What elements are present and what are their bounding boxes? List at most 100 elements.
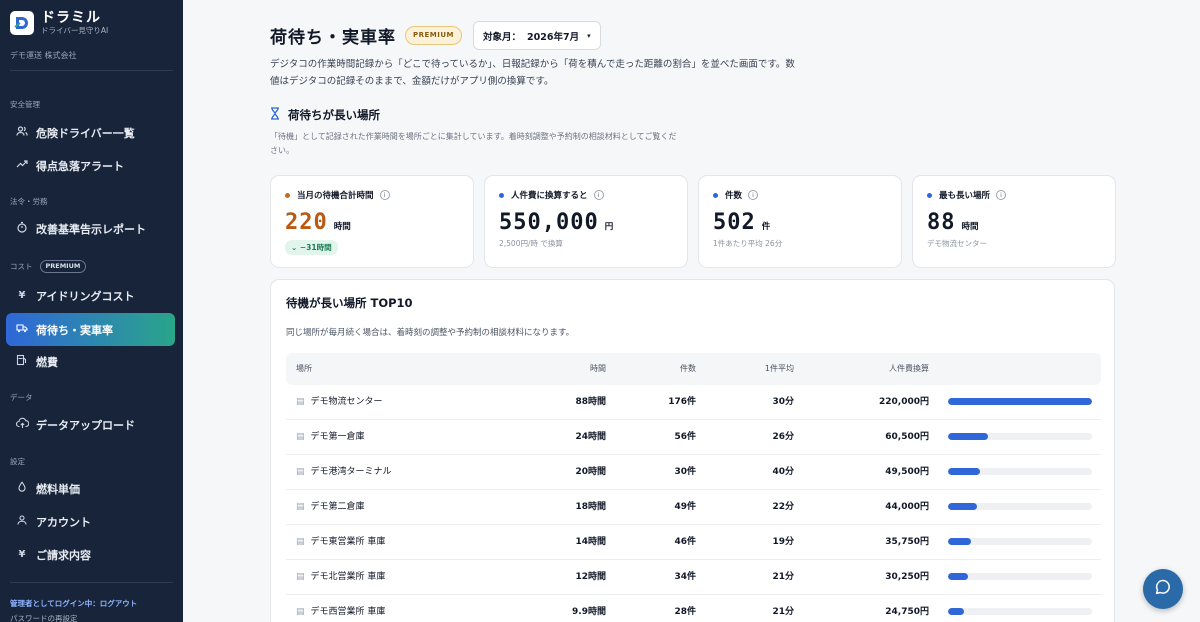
count-cell: 46件 xyxy=(674,537,696,547)
section-label-data: データ xyxy=(10,393,33,402)
info-icon[interactable]: i xyxy=(996,190,1007,200)
section-title: 荷待ちが長い場所 xyxy=(288,108,380,122)
reset-password-link[interactable]: パスワードの再設定 xyxy=(10,611,137,622)
status-dot xyxy=(713,192,718,198)
sidebar-item-fuel-efficiency[interactable]: 燃費 xyxy=(6,345,175,378)
count-cell: 28件 xyxy=(674,607,696,617)
hours-cell: 20時間 xyxy=(575,467,606,477)
delta-badge: ⌄ −31時間 xyxy=(285,240,338,255)
chat-bubble-icon xyxy=(1154,578,1172,600)
panel-description: 同じ場所が毎月続く場合は、着時刻の調整や予約制の相談材料になります。 xyxy=(286,328,575,338)
column-header-count[interactable]: 件数 xyxy=(626,353,696,385)
kpi-card-count: 件数 i 502 件 1件あたり平均 26分 xyxy=(698,175,902,268)
sidebar-item-score-alert[interactable]: 得点急落アラート xyxy=(6,149,175,182)
card-subtext: 2,500円/時 で換算 xyxy=(499,239,563,248)
yen-icon: ¥ xyxy=(18,290,26,301)
cost-cell: 30,250円 xyxy=(885,572,929,582)
cost-cell: 220,000円 xyxy=(879,397,929,407)
chat-button[interactable] xyxy=(1143,569,1183,609)
sidebar-item-label: 危険ドライバー一覧 xyxy=(36,126,135,140)
share-bar xyxy=(948,538,1092,545)
sidebar-item-label: 改善基準告示レポート xyxy=(36,222,146,236)
share-bar xyxy=(948,398,1092,405)
sidebar-item-billing[interactable]: ¥ ご請求内容 xyxy=(6,538,175,571)
fuel-icon xyxy=(15,354,29,369)
stopwatch-icon xyxy=(15,221,29,236)
card-label: 人件費に換算すると xyxy=(511,191,588,201)
cost-cell: 44,000円 xyxy=(885,502,929,512)
info-icon[interactable]: i xyxy=(379,190,390,200)
avg-cell: 30分 xyxy=(772,397,794,407)
table-row[interactable]: ▤ デモ第二倉庫 18時間 49件 22分 44,000円 xyxy=(286,490,1101,525)
hours-cell: 88時間 xyxy=(575,397,606,407)
sidebar-item-risk-drivers[interactable]: 危険ドライバー一覧 xyxy=(6,116,175,149)
drop-icon xyxy=(15,481,29,496)
card-label: 件数 xyxy=(725,191,743,201)
sidebar-item-label: 燃費 xyxy=(36,355,58,369)
page-description: デジタコの作業時間記録から「どこで待っているか」、日報記録から「荷を積んで走った… xyxy=(270,59,795,87)
table-row[interactable]: ▤ デモ物流センター 88時間 176件 30分 220,000円 xyxy=(286,385,1101,420)
table-row[interactable]: ▤ デモ東営業所 車庫 14時間 46件 19分 35,750円 xyxy=(286,525,1101,560)
brand-name: ドラミル xyxy=(41,10,101,26)
d-logo-icon xyxy=(10,11,34,35)
yen-icon: ¥ xyxy=(18,549,26,560)
column-header-avg[interactable]: 1件平均 xyxy=(716,353,794,385)
card-unit: 時間 xyxy=(961,222,979,232)
count-cell: 176件 xyxy=(668,397,696,407)
hours-cell: 14時間 xyxy=(575,537,606,547)
logout-link[interactable]: 管理者としてログイン中：ログアウト xyxy=(10,596,137,611)
card-unit: 件 xyxy=(761,222,771,232)
brand-subtitle: ドライバー見守りAI xyxy=(41,26,109,35)
place-cell: ▤ デモ西営業所 車庫 xyxy=(296,607,386,617)
page-title: 荷待ち・実車率 xyxy=(270,28,396,48)
card-value: 220 xyxy=(285,210,328,235)
sidebar-item-idling-cost[interactable]: ¥ アイドリングコスト xyxy=(6,279,175,312)
section-heading: 荷待ちが長い場所 xyxy=(270,107,380,123)
share-bar-fill xyxy=(948,468,981,475)
sidebar-item-label: アイドリングコスト xyxy=(36,289,135,303)
info-icon[interactable]: i xyxy=(748,190,759,200)
card-subtext: デモ物流センター xyxy=(927,239,987,248)
share-bar-fill xyxy=(948,573,968,580)
sidebar-item-kaizen-report[interactable]: 改善基準告示レポート xyxy=(6,212,175,245)
sidebar-item-fuel-price[interactable]: 燃料単価 xyxy=(6,472,175,505)
sidebar-item-account[interactable]: アカウント xyxy=(6,505,175,538)
building-icon: ▤ xyxy=(296,467,305,477)
sidebar-item-waiting-loaded-ratio[interactable]: 荷待ち・実車率 xyxy=(6,313,175,346)
card-value: 550,000 xyxy=(499,210,599,235)
place-cell: ▤ デモ港湾ターミナル xyxy=(296,467,392,477)
month-value: 2026年7月 xyxy=(527,31,580,43)
avg-cell: 22分 xyxy=(772,502,794,512)
section-label-safety: 安全管理 xyxy=(10,100,40,109)
sidebar-item-label: データアップロード xyxy=(36,418,135,432)
kpi-card-labor-cost: 人件費に換算すると i 550,000 円 2,500円/時 で換算 xyxy=(484,175,688,268)
column-header-hours[interactable]: 時間 xyxy=(536,353,606,385)
card-label: 当月の待機合計時間 xyxy=(297,191,374,201)
place-cell: ▤ デモ東営業所 車庫 xyxy=(296,537,386,547)
main-content: 荷待ち・実車率 PREMIUM 対象月： 2026年7月 ▾ デジタコの作業時間… xyxy=(183,0,1200,622)
cloud-upload-icon xyxy=(15,417,29,432)
building-icon: ▤ xyxy=(296,432,305,442)
table-row[interactable]: ▤ デモ第一倉庫 24時間 56件 26分 60,500円 xyxy=(286,420,1101,455)
top10-panel: 待機が長い場所 TOP10 同じ場所が毎月続く場合は、着時刻の調整や予約制の相談… xyxy=(270,279,1115,622)
place-cell: ▤ デモ第一倉庫 xyxy=(296,432,365,442)
cost-cell: 35,750円 xyxy=(885,537,929,547)
cost-cell: 24,750円 xyxy=(885,607,929,617)
table-row[interactable]: ▤ デモ港湾ターミナル 20時間 30件 40分 49,500円 xyxy=(286,455,1101,490)
info-icon[interactable]: i xyxy=(593,190,604,200)
share-bar-fill xyxy=(948,608,965,615)
table-row[interactable]: ▤ デモ北営業所 車庫 12時間 34件 21分 30,250円 xyxy=(286,560,1101,595)
building-icon: ▤ xyxy=(296,572,305,582)
kpi-card-longest-place: 最も長い場所 i 88 時間 デモ物流センター xyxy=(912,175,1116,268)
share-bar xyxy=(948,503,1092,510)
sidebar-item-data-upload[interactable]: データアップロード xyxy=(6,408,175,441)
truck-icon xyxy=(15,322,29,337)
brand[interactable]: ドラミル ドライバー見守りAI xyxy=(10,10,108,36)
section-description: 「待機」として記録された作業時間を場所ごとに集計しています。着時刻調整や予約制の… xyxy=(270,132,677,155)
month-select[interactable]: 対象月： 2026年7月 ▾ xyxy=(473,21,601,50)
sidebar-item-label: 荷待ち・実車率 xyxy=(36,323,113,337)
section-label-labor: 法令・労務 xyxy=(10,197,48,206)
column-header-place[interactable]: 場所 xyxy=(296,353,312,385)
column-header-cost[interactable]: 人件費換算 xyxy=(826,353,929,385)
table-row[interactable]: ▤ デモ西営業所 車庫 9.9時間 28件 21分 24,750円 xyxy=(286,595,1101,622)
